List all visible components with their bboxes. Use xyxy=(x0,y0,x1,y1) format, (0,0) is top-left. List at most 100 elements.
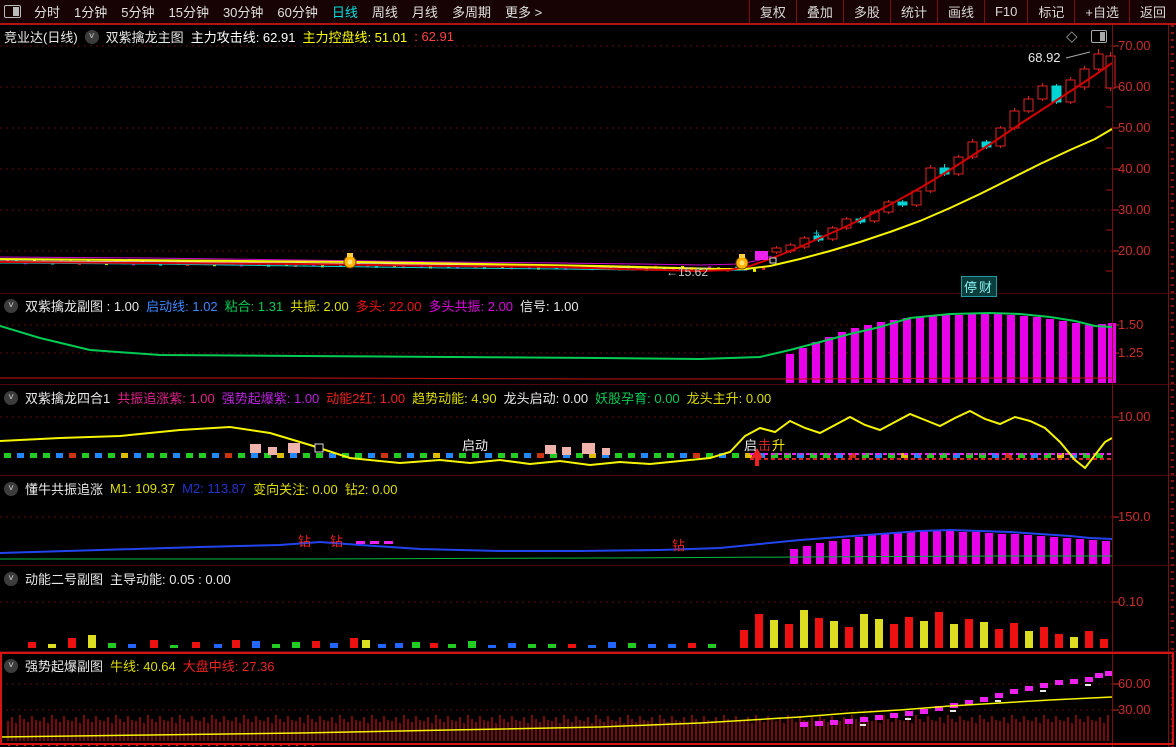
period-tab-分时[interactable]: 分时 xyxy=(27,5,67,20)
header-text: M1: 109.37 xyxy=(110,481,176,496)
panel-header-p3: ˅ 双紫擒龙四合1 共振追涨紫: 1.00 强势起爆紫: 1.00 动能2红: 1.00… xyxy=(4,388,771,407)
window-icon[interactable] xyxy=(4,5,21,18)
header-text: 趋势动能: 4.90 xyxy=(412,391,497,406)
tool-button-多股[interactable]: 多股 xyxy=(842,0,890,23)
tool-button-画线[interactable]: 画线 xyxy=(936,0,984,23)
chevron-down-icon[interactable]: ˅ xyxy=(4,658,18,673)
panel-header-p6: ˅ 强势起爆副图 牛线: 40.64 大盘中线: 27.36 xyxy=(4,656,275,675)
panel-separator xyxy=(0,384,1176,385)
axis-label-main: 20.00 xyxy=(1118,243,1151,258)
tool-button-复权[interactable]: 复权 xyxy=(748,0,796,23)
axis-label-p5: 0.10 xyxy=(1118,594,1144,609)
axis-label-main: 30.00 xyxy=(1118,202,1151,217)
axis-label-p2: 1.25 xyxy=(1118,345,1144,360)
chart-canvas[interactable]: ←15.62 68.92 + 启动 启击升钻 钻 钻 xyxy=(0,0,1176,747)
right-tick-strip xyxy=(1171,25,1174,747)
svg-text:钻: 钻 xyxy=(330,534,343,549)
panel-separator xyxy=(0,565,1176,566)
panel-separator xyxy=(0,293,1176,294)
panel-corner-icon[interactable] xyxy=(1091,30,1107,43)
axis-divider-line xyxy=(1112,25,1113,747)
axis-label-p6: 30.00 xyxy=(1118,702,1151,717)
header-text: 粘合: 1.31 xyxy=(224,299,284,314)
axis-label-p4: 150.0 xyxy=(1118,509,1151,524)
chevron-down-icon[interactable]: ˅ xyxy=(4,298,18,313)
right-border-line xyxy=(1168,25,1169,747)
svg-text:←15.62: ←15.62 xyxy=(666,265,708,279)
header-text: 竞业达(日线) xyxy=(4,30,78,45)
header-text: 强势起爆紫: 1.00 xyxy=(221,391,320,406)
header-text: 主力控盘线: 51.01 xyxy=(302,30,408,45)
header-text: 妖股孕育: 0.00 xyxy=(595,391,680,406)
header-text: 大盘中线: 27.36 xyxy=(182,659,275,674)
header-text: 双紫擒龙四合1 xyxy=(25,391,111,406)
period-tab-60分钟[interactable]: 60分钟 xyxy=(270,5,324,20)
header-text: 动能二号副图 xyxy=(25,572,104,587)
panel-header-main: 竞业达(日线) ˅ 双紫擒龙主图 主力攻击线: 62.91 主力控盘线: 51.01 : … xyxy=(4,27,454,46)
svg-text:68.92: 68.92 xyxy=(1028,50,1061,65)
svg-text:钻: 钻 xyxy=(298,534,311,549)
period-tab-5分钟[interactable]: 5分钟 xyxy=(114,5,161,20)
header-text: 变向关注: 0.00 xyxy=(253,482,338,497)
toolbar: 复权 叠加 多股 统计 画线 F10 标记 +自选 返回 xyxy=(748,0,1176,23)
axis-label-main: 60.00 xyxy=(1118,79,1151,94)
header-text: 双紫擒龙副图 : 1.00 xyxy=(25,299,140,314)
tool-button-叠加[interactable]: 叠加 xyxy=(795,0,843,23)
header-text: 多头共振: 2.00 xyxy=(428,299,514,314)
axis-label-p6: 60.00 xyxy=(1118,676,1151,691)
header-text: 双紫擒龙主图 xyxy=(105,30,184,45)
svg-text:启: 启 xyxy=(744,438,757,453)
period-tabs: 分时 1分钟 5分钟 15分钟 30分钟 60分钟 日线 周线 月线 多周期 更多 > xyxy=(27,2,549,21)
svg-text:升: 升 xyxy=(772,438,785,453)
header-text: 动能2红: 1.00 xyxy=(326,391,406,406)
axis-label-main: 70.00 xyxy=(1118,38,1151,53)
header-text: 启动线: 1.02 xyxy=(146,299,218,314)
trading-app-window: 分时 1分钟 5分钟 15分钟 30分钟 60分钟 日线 周线 月线 多周期 更多 > 复权 叠加 多股… xyxy=(0,0,1176,747)
panel-separator xyxy=(0,475,1176,476)
chevron-down-icon[interactable]: ˅ xyxy=(4,481,18,496)
period-tab-15分钟[interactable]: 15分钟 xyxy=(161,5,215,20)
panel-header-p2: ˅ 双紫擒龙副图 : 1.00 启动线: 1.02 粘合: 1.31 共振: 2.00 多… xyxy=(4,296,579,315)
header-text: 主导动能: 0.05 : 0.00 xyxy=(110,572,231,587)
header-text: 共振: 2.00 xyxy=(290,299,349,314)
axis-label-p2: 1.50 xyxy=(1118,317,1144,332)
svg-text:启动: 启动 xyxy=(462,438,488,453)
header-text: 懂牛共振追涨 xyxy=(25,482,104,497)
svg-text:+: + xyxy=(813,226,820,240)
tool-button-F10[interactable]: F10 xyxy=(983,0,1027,23)
header-text: M2: 113.87 xyxy=(182,481,247,496)
header-text: 主力攻击线: 62.91 xyxy=(190,30,296,45)
axis-label-p3: 10.00 xyxy=(1118,409,1151,424)
chevron-down-icon[interactable]: ˅ xyxy=(4,571,18,586)
header-text: 龙头启动: 0.00 xyxy=(503,391,589,406)
tool-button-标记[interactable]: 标记 xyxy=(1027,0,1074,23)
period-tab-月线[interactable]: 月线 xyxy=(405,5,445,20)
diamond-marker-icon[interactable]: ◇ xyxy=(1066,27,1078,45)
header-text: 龙头主升: 0.00 xyxy=(686,391,772,406)
header-text: 信号: 1.00 xyxy=(520,299,579,314)
period-tab-多周期[interactable]: 多周期 xyxy=(445,5,498,20)
period-tab-周线[interactable]: 周线 xyxy=(365,5,405,20)
header-text: 共振追涨紫: 1.00 xyxy=(117,391,215,406)
tingcai-signal-label: 停财 xyxy=(961,276,998,297)
axis-label-main: 50.00 xyxy=(1118,120,1151,135)
period-tab-30分钟[interactable]: 30分钟 xyxy=(216,5,270,20)
header-text: 多头: 22.00 xyxy=(355,299,422,314)
tool-button-返回[interactable]: 返回 xyxy=(1128,0,1176,23)
period-tab-更多 >[interactable]: 更多 > xyxy=(498,5,549,20)
period-tab-1分钟[interactable]: 1分钟 xyxy=(67,5,114,20)
header-text: 牛线: 40.64 xyxy=(110,659,176,674)
svg-text:钻: 钻 xyxy=(672,538,685,553)
bottom-date-ticks xyxy=(8,744,318,746)
panel-separator xyxy=(0,651,1176,652)
panel-header-p4: ˅ 懂牛共振追涨 M1: 109.37 M2: 113.87 变向关注: 0.00 钻2:… xyxy=(4,479,397,498)
chevron-down-icon[interactable]: ˅ xyxy=(4,390,18,405)
axis-label-main: 40.00 xyxy=(1118,161,1151,176)
header-text: : 62.91 xyxy=(414,29,454,44)
header-text: 强势起爆副图 xyxy=(25,659,104,674)
period-tab-日线[interactable]: 日线 xyxy=(325,5,365,20)
tool-button-+自选[interactable]: +自选 xyxy=(1074,0,1129,23)
top-menu-bar: 分时 1分钟 5分钟 15分钟 30分钟 60分钟 日线 周线 月线 多周期 更多 > 复权 叠加 多股… xyxy=(0,0,1176,25)
chevron-down-icon[interactable]: ˅ xyxy=(84,29,99,44)
tool-button-统计[interactable]: 统计 xyxy=(889,0,937,23)
